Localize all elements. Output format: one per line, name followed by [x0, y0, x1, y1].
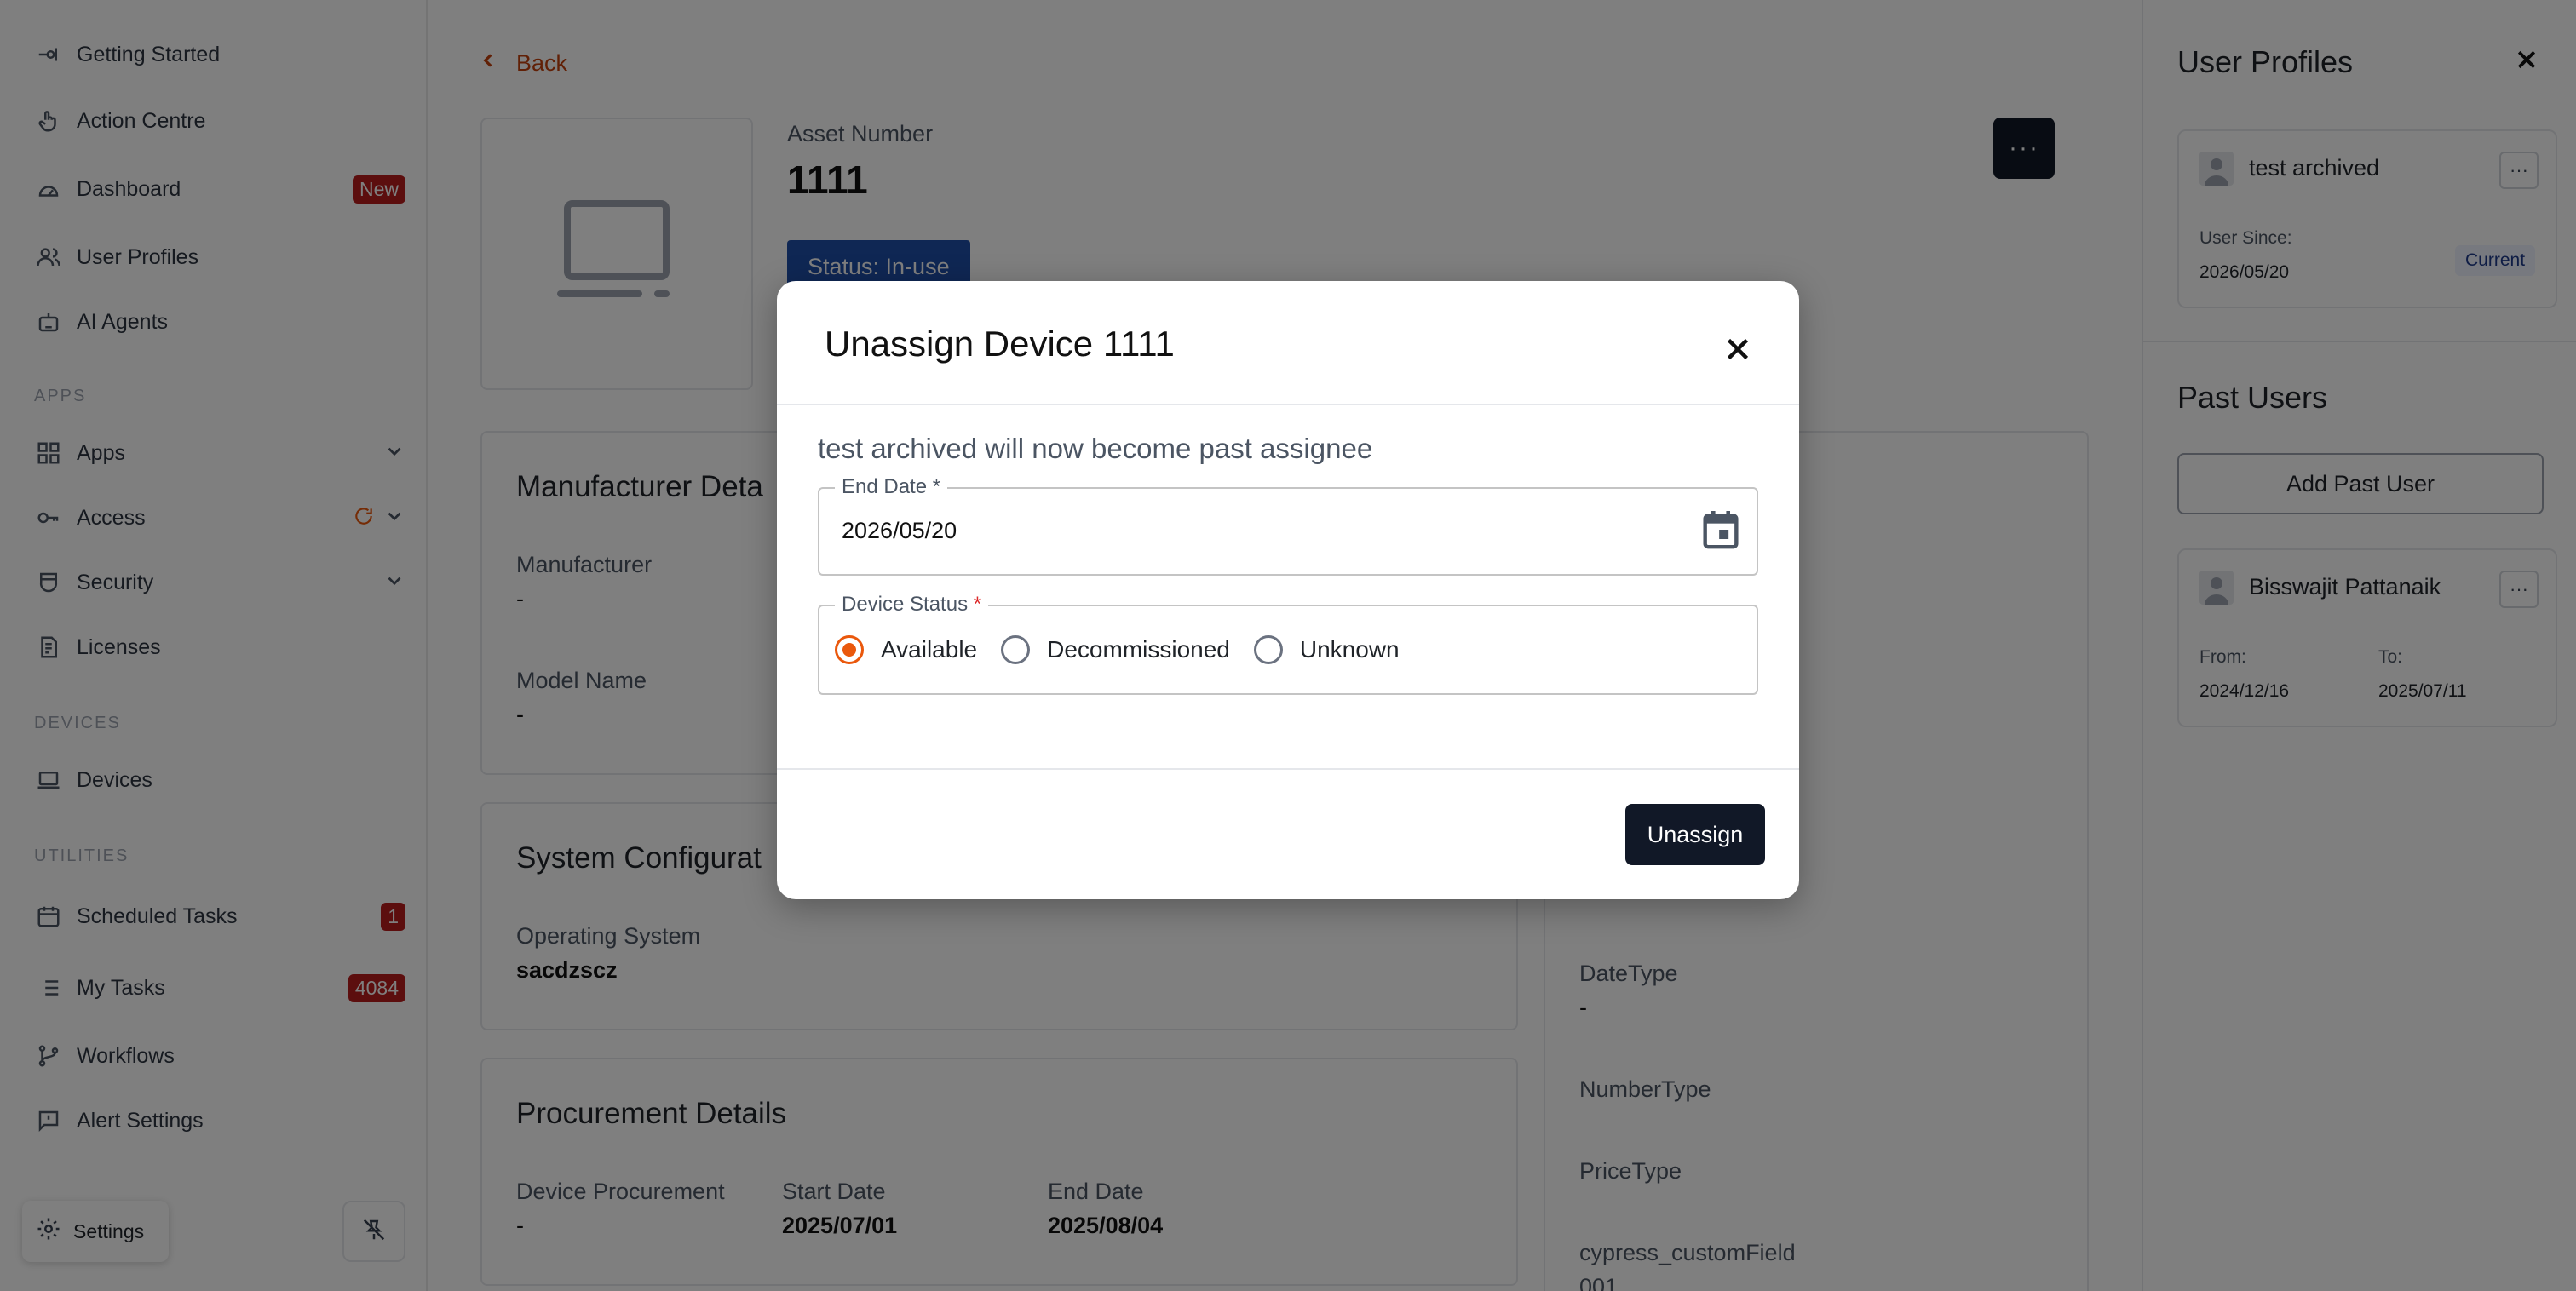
radio-unknown[interactable]: [1253, 635, 1283, 664]
radio-label-available: Available: [881, 636, 978, 663]
radio-label-unknown: Unknown: [1299, 636, 1400, 663]
device-status-legend: Device Status *: [835, 593, 989, 617]
unassign-device-modal: Unassign Device 1111 test archived will …: [777, 281, 1799, 899]
divider: [777, 404, 1799, 405]
modal-title: Unassign Device 1111: [825, 324, 1175, 364]
device-status-field: Device Status * Available Decommissioned…: [818, 593, 1758, 695]
end-date-legend: End Date *: [835, 475, 948, 499]
end-date-field[interactable]: End Date * 2026/05/20: [818, 475, 1758, 576]
radio-available[interactable]: [835, 635, 864, 664]
close-modal-button[interactable]: [1712, 325, 1763, 376]
device-status-radio-group: Available Decommissioned Unknown: [835, 635, 1423, 664]
divider: [777, 768, 1799, 770]
end-date-input[interactable]: 2026/05/20: [842, 518, 957, 544]
radio-label-decommissioned: Decommissioned: [1047, 636, 1230, 663]
calendar-icon[interactable]: [1702, 509, 1743, 554]
unassign-button[interactable]: Unassign: [1625, 804, 1765, 865]
radio-decommissioned[interactable]: [1001, 635, 1031, 664]
close-icon: [1722, 334, 1753, 369]
unassign-message: test archived will now become past assig…: [818, 433, 1373, 464]
